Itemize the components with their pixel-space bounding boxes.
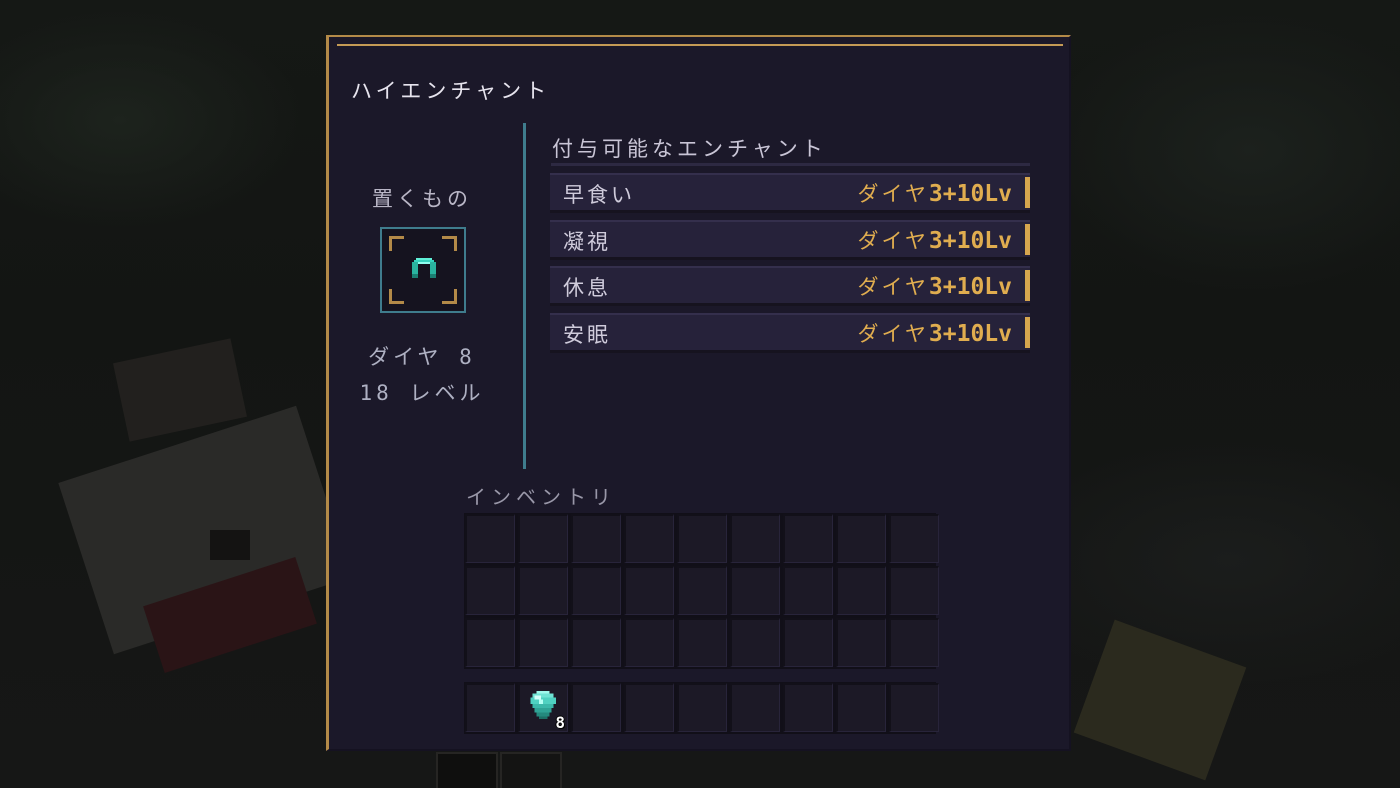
- background-block: [210, 530, 250, 560]
- title-divider: [337, 44, 1063, 46]
- slot-corner-bracket: [389, 236, 404, 251]
- high-enchant-window: ハイエンチャント 置くもの ダイヤ 8 18 レベル 付与可能なエンチャント 早…: [326, 35, 1071, 751]
- inventory-slot[interactable]: [889, 683, 939, 732]
- inventory-slot[interactable]: [836, 514, 886, 563]
- enchantment-cost: ダイヤ3+10Lv: [858, 318, 1012, 348]
- inventory-slot[interactable]: [836, 566, 886, 615]
- inventory-slot[interactable]: [518, 514, 568, 563]
- enchantment-name: 安眠: [563, 323, 611, 347]
- background-block: [436, 752, 498, 788]
- enchantment-cost: ダイヤ3+10Lv: [858, 271, 1012, 301]
- inventory-slot[interactable]: [677, 683, 727, 732]
- inventory-slot[interactable]: [730, 514, 780, 563]
- input-slot[interactable]: [380, 227, 466, 313]
- inventory-slot[interactable]: [518, 566, 568, 615]
- row-accent-bar: [1025, 224, 1030, 255]
- inventory-slot[interactable]: [571, 618, 621, 667]
- available-enchantments-title: 付与可能なエンチャント: [552, 137, 827, 161]
- enchantment-option[interactable]: 早食い ダイヤ3+10Lv: [550, 173, 1030, 213]
- inventory-slot[interactable]: 8: [518, 683, 568, 732]
- hotbar: 8: [464, 682, 939, 734]
- cost-value: 3+10Lv: [928, 274, 1012, 300]
- cost-currency: ダイヤ: [857, 322, 929, 346]
- inventory-slot[interactable]: [624, 618, 674, 667]
- inventory-slot[interactable]: [465, 618, 515, 667]
- row-accent-bar: [1025, 270, 1030, 301]
- enchantment-name: 休息: [563, 276, 611, 300]
- enchantment-name: 凝視: [563, 230, 611, 254]
- inventory-slot[interactable]: [624, 566, 674, 615]
- level-cost: 18 レベル: [359, 381, 485, 405]
- enchantment-option[interactable]: 休息 ダイヤ3+10Lv: [550, 266, 1030, 306]
- inventory-slot[interactable]: [571, 514, 621, 563]
- background-block: [112, 338, 248, 442]
- inventory-slot[interactable]: [836, 618, 886, 667]
- cost-currency: ダイヤ: [857, 182, 929, 206]
- slot-corner-bracket: [389, 289, 404, 304]
- inventory-slot[interactable]: [889, 566, 939, 615]
- enchantment-name: 早食い: [563, 183, 635, 207]
- inventory-slot[interactable]: [677, 514, 727, 563]
- window-title: ハイエンチャント: [351, 79, 551, 103]
- enchantment-cost: ダイヤ3+10Lv: [858, 225, 1012, 255]
- background-block: [500, 752, 562, 788]
- inventory-slot[interactable]: [889, 514, 939, 563]
- inventory-slot[interactable]: [624, 683, 674, 732]
- diamond-helmet-icon: [412, 258, 436, 278]
- inventory-slot[interactable]: [518, 618, 568, 667]
- cost-value: 3+10Lv: [928, 181, 1012, 207]
- inventory-slot[interactable]: [783, 683, 833, 732]
- inventory-slot[interactable]: [730, 618, 780, 667]
- inventory-slot[interactable]: [465, 514, 515, 563]
- item-count: 8: [555, 713, 565, 732]
- inventory-slot[interactable]: [624, 514, 674, 563]
- background-block: [1073, 619, 1247, 781]
- inventory-slot[interactable]: [677, 566, 727, 615]
- cost-currency: ダイヤ: [857, 229, 929, 253]
- input-slot-label: 置くもの: [372, 187, 472, 211]
- enchantment-cost: ダイヤ3+10Lv: [858, 178, 1012, 208]
- inventory-slot[interactable]: [836, 683, 886, 732]
- row-accent-bar: [1025, 177, 1030, 208]
- inventory-label: インベントリ: [466, 485, 616, 509]
- slot-corner-bracket: [442, 236, 457, 251]
- section-underline: [551, 163, 1030, 166]
- vertical-divider: [523, 123, 526, 469]
- slot-corner-bracket: [442, 289, 457, 304]
- inventory-slot[interactable]: [783, 618, 833, 667]
- inventory-slot[interactable]: [571, 566, 621, 615]
- inventory-slot[interactable]: [465, 566, 515, 615]
- inventory-slot[interactable]: [783, 566, 833, 615]
- inventory-slot[interactable]: [730, 683, 780, 732]
- inventory-slot[interactable]: [465, 683, 515, 732]
- cost-value: 3+10Lv: [928, 228, 1012, 254]
- enchantment-option[interactable]: 凝視 ダイヤ3+10Lv: [550, 220, 1030, 260]
- inventory-slot[interactable]: [730, 566, 780, 615]
- inventory-slot[interactable]: [783, 514, 833, 563]
- inventory-slot[interactable]: [889, 618, 939, 667]
- inventory-slot[interactable]: [571, 683, 621, 732]
- row-accent-bar: [1025, 317, 1030, 348]
- diamond-cost: ダイヤ 8: [368, 345, 476, 369]
- inventory-grid: [464, 513, 939, 669]
- cost-currency: ダイヤ: [857, 275, 929, 299]
- cost-value: 3+10Lv: [928, 321, 1012, 347]
- enchantment-option[interactable]: 安眠 ダイヤ3+10Lv: [550, 313, 1030, 353]
- inventory-slot[interactable]: [677, 618, 727, 667]
